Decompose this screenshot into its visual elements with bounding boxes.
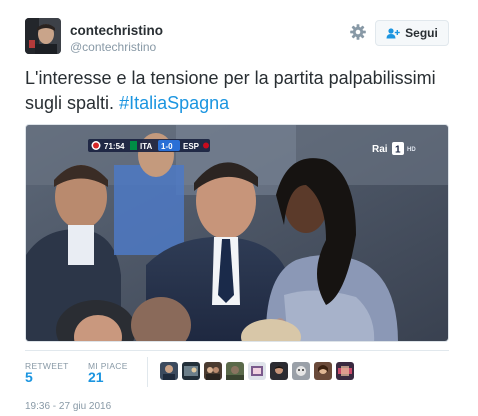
tweet-text-body: L'interesse e la tensione per la partita… (25, 68, 436, 113)
score-value: 1-0 (161, 142, 173, 151)
channel-logo-number: 1 (395, 145, 401, 156)
score-time: 71:54 (104, 142, 125, 151)
add-user-icon (386, 27, 400, 38)
liker-avatar[interactable] (182, 362, 200, 380)
team-away: ESP (183, 142, 200, 151)
liker-avatar[interactable] (204, 362, 222, 380)
retweet-count[interactable]: 5 (25, 369, 33, 385)
display-name[interactable]: contechristino (70, 23, 163, 38)
liker-avatar[interactable] (270, 362, 288, 380)
stats-divider (25, 350, 449, 351)
liker-avatar[interactable] (336, 362, 354, 380)
gear-icon[interactable] (348, 22, 368, 42)
liker-avatar[interactable] (226, 362, 244, 380)
stats-separator (147, 357, 148, 387)
channel-logo-text: Rai (372, 144, 388, 155)
avatar[interactable] (25, 18, 61, 54)
liker-avatar[interactable] (314, 362, 332, 380)
tweet-text: L'interesse e la tensione per la partita… (25, 66, 455, 116)
tweet-timestamp[interactable]: 19:36 - 27 giu 2016 (25, 401, 111, 412)
likes-count[interactable]: 21 (88, 369, 104, 385)
liker-avatar[interactable] (160, 362, 178, 380)
liker-avatar[interactable] (292, 362, 310, 380)
tweet-media-photo[interactable]: 71:54 ITA 1-0 ESP Rai 1 HD (25, 124, 449, 342)
follow-button[interactable]: Segui (375, 20, 449, 46)
liker-avatar[interactable] (248, 362, 266, 380)
team-home: ITA (140, 142, 153, 151)
follow-button-label: Segui (405, 26, 438, 40)
channel-logo-hd: HD (407, 147, 416, 153)
avatar-image (25, 18, 61, 54)
photo-scene: 71:54 ITA 1-0 ESP Rai 1 HD (26, 125, 448, 341)
hashtag-link[interactable]: #ItaliaSpagna (119, 93, 229, 113)
screen-name[interactable]: @contechristino (70, 40, 156, 54)
